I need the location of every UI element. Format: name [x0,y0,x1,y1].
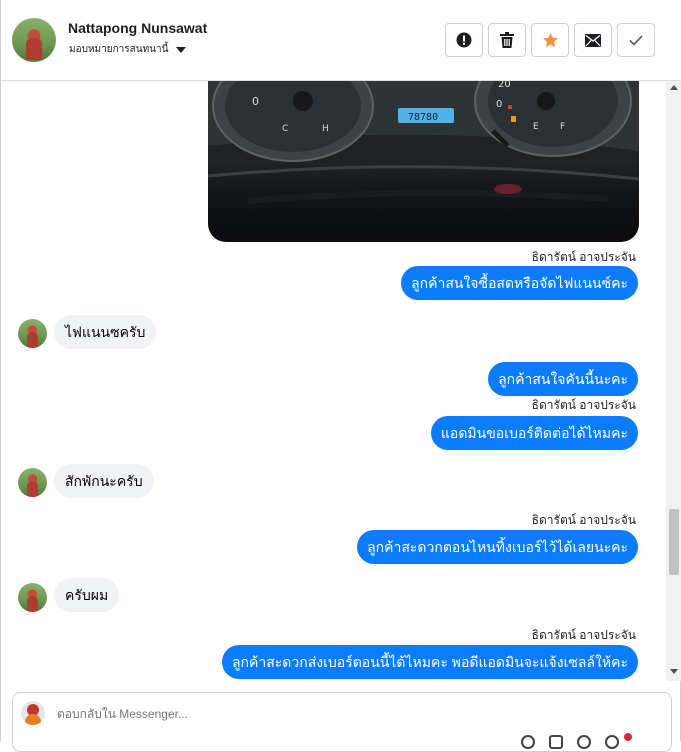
message-bubble-outgoing[interactable]: ลูกค้าสะดวกส่งเบอร์ตอนนี้ได้ไหมคะ พอดีแอ… [221,645,638,679]
reply-composer [12,692,672,752]
check-icon [629,34,643,46]
header-actions [445,23,655,57]
svg-text:E: E [533,122,539,132]
sender-name: ธิดารัตน์ อาจประจัน [531,628,636,642]
attachment-icon[interactable] [521,735,535,749]
message-bubble-outgoing[interactable]: ลูกค้าสนใจคันนี้นะคะ [488,362,638,396]
contact-avatar-small [18,468,47,497]
composer-tools [521,735,619,749]
star-button[interactable] [531,23,569,57]
scroll-down-arrow-icon[interactable] [670,669,678,674]
message-bubble-incoming[interactable]: ครับผม [54,578,120,612]
contact-avatar-small [18,319,47,348]
message-thread[interactable]: 0 20 0 C H E F 78780 ธิดารัตน์ อาจประจัน… [1,81,666,681]
sender-name: ธิดารัตน์ อาจประจัน [531,513,636,527]
dashboard-image: 0 20 0 C H E F 78780 [208,81,639,204]
thread-scrollbar[interactable] [666,81,681,681]
svg-text:0: 0 [252,95,259,108]
assign-conversation-dropdown[interactable]: มอบหมายการสนทนานี้ [69,42,187,57]
trash-icon [500,32,514,48]
message-bubble-outgoing[interactable]: ลูกค้าสนใจซื้อสดหรือจัดไฟแนนซ์คะ [401,266,638,300]
message-bubble-outgoing[interactable]: แอดมินขอเบอร์ติดต่อได้ไหมคะ [430,416,638,450]
assign-label: มอบหมายการสนทนานี้ [69,44,169,55]
contact-avatar[interactable] [12,18,56,62]
page-avatar [21,701,45,725]
report-icon [456,32,472,48]
mail-button[interactable] [574,23,612,57]
done-button[interactable] [617,23,655,57]
scroll-up-arrow-icon[interactable] [670,85,678,90]
shared-photo-dashboard[interactable]: 0 20 0 C H E F 78780 [208,81,639,242]
svg-text:0: 0 [496,99,502,110]
scrollbar-thumb[interactable] [669,509,679,575]
report-button[interactable] [445,23,483,57]
image-icon[interactable] [549,735,563,749]
conversation-panel: Nattapong Nunsawat มอบหมายการสนทนานี้ 0 … [0,0,681,752]
notification-dot [624,733,632,741]
contact-avatar-small [18,583,47,612]
caret-down-icon [176,46,187,53]
svg-text:F: F [560,122,565,132]
delete-button[interactable] [488,23,526,57]
like-icon[interactable] [605,735,619,749]
odometer-reading: 78780 [408,112,438,123]
reply-input[interactable] [57,707,617,721]
svg-text:20: 20 [498,81,511,90]
emoji-icon[interactable] [577,735,591,749]
svg-text:H: H [322,124,329,134]
sender-name: ธิดารัตน์ อาจประจัน [531,250,636,264]
svg-text:C: C [282,124,288,134]
conversation-header: Nattapong Nunsawat มอบหมายการสนทนานี้ [1,0,681,81]
contact-name[interactable]: Nattapong Nunsawat [68,20,207,36]
message-bubble-incoming[interactable]: สักพักนะครับ [54,464,154,498]
message-bubble-incoming[interactable]: ไฟแนนซครับ [54,315,157,349]
sender-name: ธิดารัตน์ อาจประจัน [531,398,636,412]
star-icon [542,32,558,47]
mail-icon [585,33,601,47]
message-bubble-outgoing[interactable]: ลูกค้าสะดวกตอนไหนทิ้งเบอร์ไว้ได้เลยนะคะ [357,530,638,564]
